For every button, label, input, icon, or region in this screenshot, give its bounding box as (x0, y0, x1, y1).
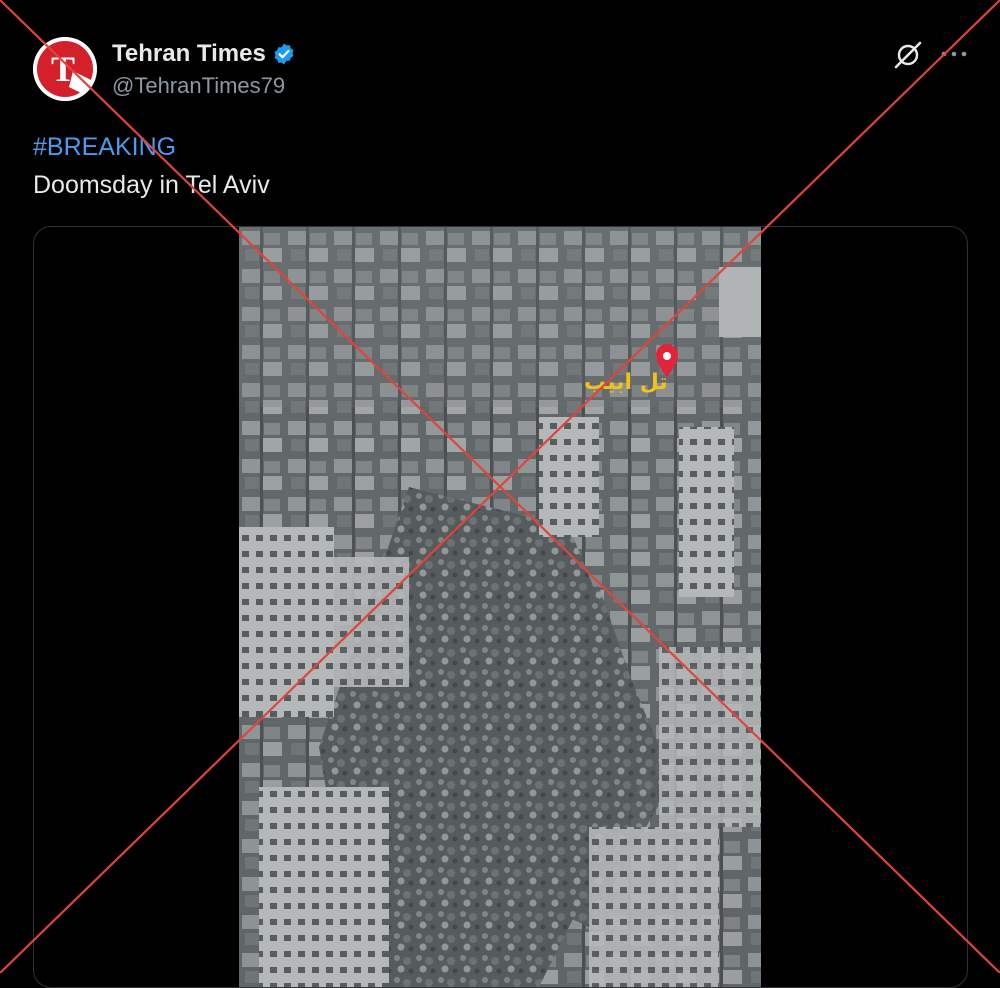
avatar-letter: T (51, 49, 75, 89)
video-location-label: تل ابيب (584, 370, 668, 395)
media-card[interactable]: تل ابيب (33, 226, 968, 988)
hashtag-link[interactable]: #BREAKING (33, 128, 270, 166)
tweet[interactable]: T Tehran Times @TehranTimes79 #BREAKING … (0, 0, 1000, 988)
author-handle[interactable]: @TehranTimes79 (112, 73, 285, 99)
tweet-text: #BREAKING Doomsday in Tel Aviv (33, 128, 270, 204)
tehran-times-logo: T (33, 37, 97, 101)
display-name[interactable]: Tehran Times (112, 40, 266, 68)
aerial-city-video-frame: تل ابيب (239, 227, 761, 987)
tweet-body: Doomsday in Tel Aviv (33, 171, 270, 199)
avatar[interactable]: T (33, 37, 97, 101)
verified-badge-icon (272, 42, 296, 66)
grok-icon[interactable] (893, 40, 923, 70)
more-options-icon[interactable] (940, 40, 968, 68)
author-name-row: Tehran Times (112, 38, 296, 70)
video-player[interactable]: تل ابيب (239, 227, 761, 987)
